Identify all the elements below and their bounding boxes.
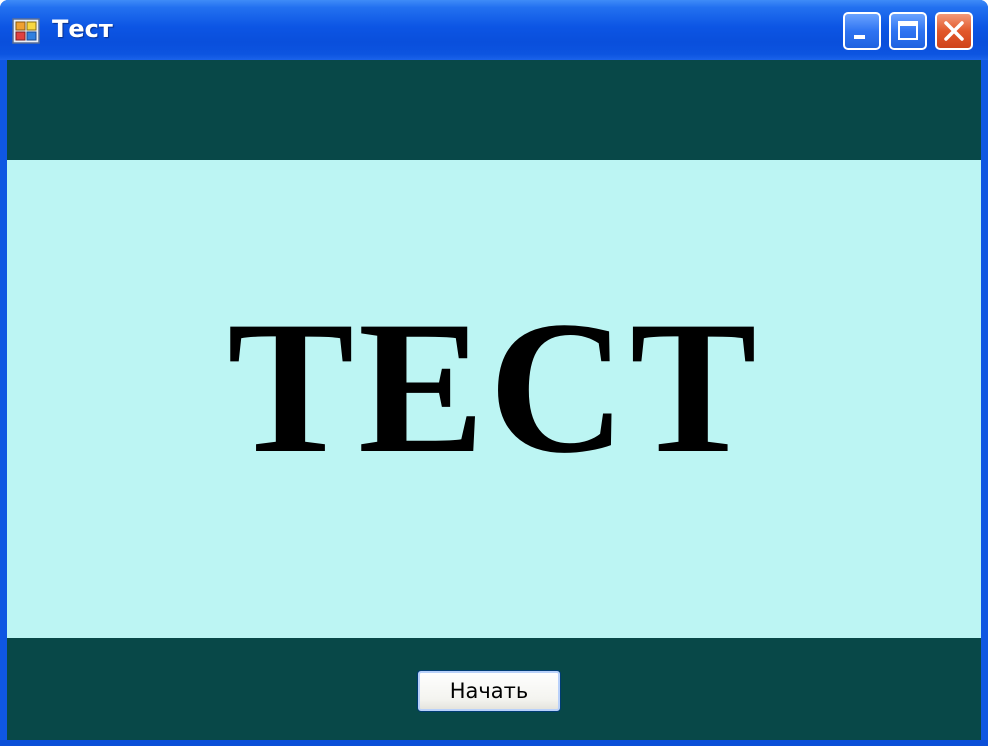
close-button[interactable] — [935, 12, 973, 50]
app-window: Тест ТЕСТ Начать — [0, 0, 988, 746]
maximize-button[interactable] — [889, 12, 927, 50]
title-banner: ТЕСТ — [7, 160, 981, 638]
start-button[interactable]: Начать — [417, 670, 561, 712]
title-bar[interactable]: Тест — [0, 0, 988, 60]
banner-heading: ТЕСТ — [227, 283, 761, 493]
maximize-icon — [898, 21, 918, 40]
minimize-icon — [854, 35, 865, 39]
window-title: Тест — [52, 15, 113, 43]
client-area: ТЕСТ Начать — [7, 60, 981, 740]
application-icon[interactable] — [12, 18, 40, 44]
close-icon — [944, 21, 964, 41]
window-bottom-border — [0, 740, 988, 746]
minimize-button[interactable] — [843, 12, 881, 50]
